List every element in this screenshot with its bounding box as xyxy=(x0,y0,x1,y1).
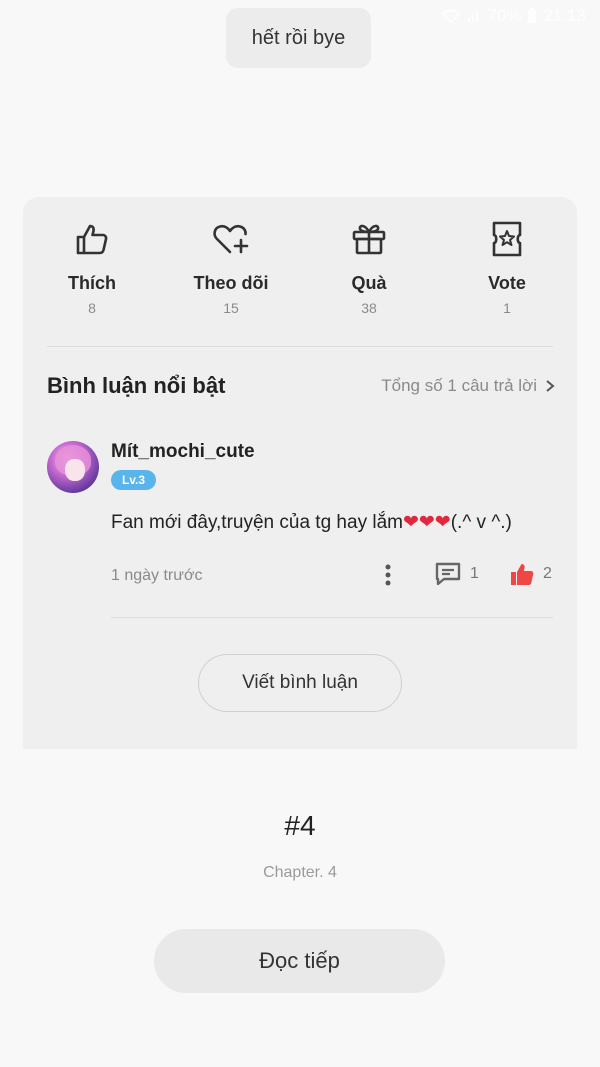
comments-total-label: Tổng số 1 câu trả lời xyxy=(381,376,537,395)
follow-label: Theo dõi xyxy=(193,273,269,293)
reply-count: 1 xyxy=(470,565,479,582)
more-options-button[interactable] xyxy=(380,563,396,587)
follow-action-button[interactable]: Theo dõi 15 xyxy=(162,219,300,316)
divider xyxy=(111,617,553,618)
follow-count: 15 xyxy=(223,300,239,316)
comment-time: 1 ngày trước xyxy=(111,567,203,584)
gift-count: 38 xyxy=(361,300,377,316)
read-next-button[interactable]: Đọc tiếp xyxy=(154,929,445,993)
comment-like-count: 2 xyxy=(543,565,552,582)
divider xyxy=(47,346,553,347)
like-count: 8 xyxy=(88,300,96,316)
battery-percent: 70% xyxy=(487,6,522,25)
comments-header: Bình luận nổi bật Tổng số 1 câu trả lời xyxy=(47,373,555,399)
level-badge: Lv.3 xyxy=(111,470,156,490)
write-comment-button[interactable]: Viết bình luận xyxy=(198,654,402,712)
vote-label: Vote xyxy=(488,273,526,293)
thumbs-up-icon xyxy=(72,219,112,259)
battery-icon xyxy=(528,8,537,23)
heart-plus-icon xyxy=(211,219,251,259)
chevron-right-icon xyxy=(546,380,555,392)
comments-title: Bình luận nổi bật xyxy=(47,373,226,398)
comment-text-emoticon: (.^ v ^.) xyxy=(450,512,512,533)
reply-button[interactable]: 1 xyxy=(434,561,479,587)
comment-text: Fan mới đây,truyện của tg hay lắm❤❤❤(.^ … xyxy=(111,511,512,534)
comment-text-main: Fan mới đây,truyện của tg hay lắm xyxy=(111,512,403,533)
comment-item: Mít_mochi_cute Lv.3 Fan mới đây,truyện c… xyxy=(47,437,553,617)
status-bar: 70% 21:13 xyxy=(441,6,586,26)
avatar[interactable] xyxy=(47,441,99,493)
comment-like-button[interactable]: 2 xyxy=(509,561,552,587)
ticket-star-icon xyxy=(487,219,527,259)
signal-icon xyxy=(468,12,479,22)
vote-action-button[interactable]: Vote 1 xyxy=(438,219,576,316)
write-comment-label: Viết bình luận xyxy=(242,672,358,693)
chapter-number: #4 xyxy=(284,810,316,841)
chapter-end-bubble: hết rồi bye xyxy=(226,8,371,68)
wifi-icon xyxy=(442,9,461,24)
gift-label: Quà xyxy=(351,273,387,293)
clock: 21:13 xyxy=(543,6,586,25)
vote-count: 1 xyxy=(503,300,511,316)
more-vertical-icon xyxy=(385,564,391,586)
action-row: Thích 8 Theo dõi 15 Quà 38 Vote 1 xyxy=(23,197,577,345)
gift-action-button[interactable]: Quà 38 xyxy=(300,219,438,316)
like-label: Thích xyxy=(68,273,116,293)
gift-icon xyxy=(349,219,389,259)
interaction-panel: Thích 8 Theo dõi 15 Quà 38 Vote 1 Bình l… xyxy=(23,197,577,749)
thumbs-up-filled-icon xyxy=(511,564,534,585)
comment-hearts: ❤❤❤ xyxy=(402,512,451,533)
like-action-button[interactable]: Thích 8 xyxy=(23,219,161,316)
chapter-name: Chapter. 4 xyxy=(263,864,337,881)
comments-total-link[interactable]: Tổng số 1 câu trả lời xyxy=(381,376,555,396)
read-next-label: Đọc tiếp xyxy=(259,948,340,973)
comment-icon xyxy=(435,562,461,586)
comment-username[interactable]: Mít_mochi_cute xyxy=(111,441,255,463)
end-message: hết rồi bye xyxy=(251,26,346,49)
